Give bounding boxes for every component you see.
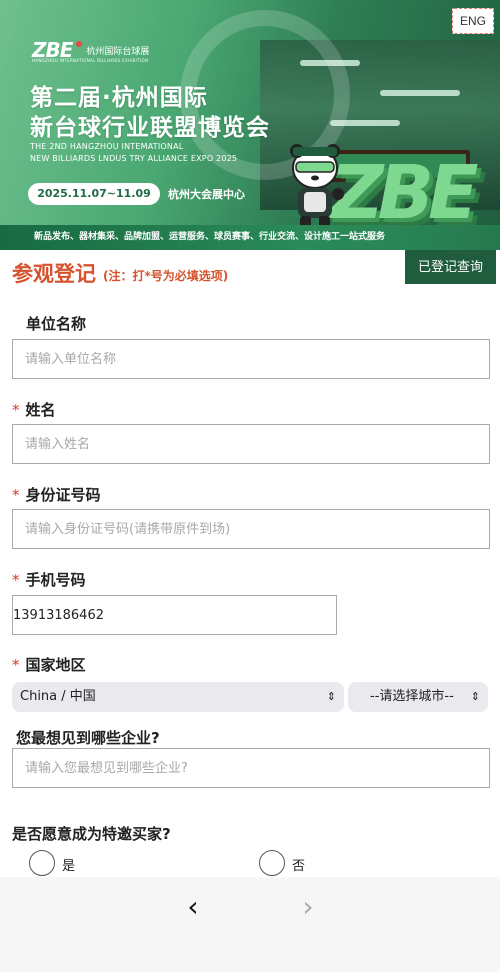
special-buyer-label-text: 是否愿意成为特邀买家? <box>12 825 171 843</box>
expo-date: 2025.11.07~11.09 <box>28 183 160 205</box>
page-title: 参观登记 <box>12 262 96 286</box>
city-select-value: --请选择城市-- <box>370 689 454 704</box>
ceiling-light <box>380 90 460 96</box>
special-buyer-no-radio[interactable] <box>259 850 285 876</box>
brand-name-cn: 杭州国际台球展 <box>86 46 150 57</box>
brand-logo-dot <box>76 41 83 47</box>
name-label: * 姓名 <box>12 399 56 420</box>
name-label-text: 姓名 <box>25 401 56 419</box>
required-mark: * <box>12 656 20 674</box>
phone-input[interactable] <box>12 595 337 635</box>
forward-arrow-icon[interactable]: › <box>293 893 323 923</box>
language-toggle-button[interactable]: ENG <box>452 8 494 34</box>
region-label-text: 国家地区 <box>25 656 86 674</box>
registration-page: ZBE 杭州国际台球展 HANGZHOU INTERNATIONAL BILLI… <box>0 0 500 972</box>
companies-wish-label: 您最想见到哪些企业? <box>16 727 160 748</box>
required-mark: * <box>12 571 20 589</box>
country-select[interactable]: China / 中国 ⇕ <box>12 682 344 712</box>
expo-services-strip: 新品发布、器材集采、品牌加盟、运营服务、球员赛事、行业交流、设计施工一站式服务 <box>0 225 500 250</box>
name-input[interactable] <box>12 424 490 464</box>
required-mark: * <box>12 486 20 504</box>
special-buyer-no-label[interactable]: 否 <box>292 855 305 874</box>
company-label: 单位名称 <box>26 313 86 334</box>
expo-title-line1: 第二届·杭州国际 <box>30 85 208 111</box>
big-zbe-logo: ZBE <box>330 150 479 236</box>
select-updown-icon: ⇕ <box>326 690 336 703</box>
panda-mascot-image <box>290 144 344 228</box>
id-number-label-text: 身份证号码 <box>25 486 101 504</box>
expo-venue: 杭州大会展中心 <box>168 188 245 201</box>
special-buyer-yes-radio[interactable] <box>29 850 55 876</box>
company-label-text: 单位名称 <box>26 315 87 333</box>
browser-bottom-bar: ‹ › <box>0 877 500 972</box>
required-mark: * <box>12 401 20 419</box>
country-select-value: China / 中国 <box>20 689 96 704</box>
id-number-input[interactable] <box>12 509 490 549</box>
phone-label: * 手机号码 <box>12 569 86 590</box>
back-arrow-icon[interactable]: ‹ <box>178 893 208 923</box>
region-label: * 国家地区 <box>12 654 86 675</box>
companies-wish-label-text: 您最想见到哪些企业? <box>16 729 160 747</box>
expo-title-en-line1: THE 2ND HANGZHOU INTEMATIONAL <box>30 142 184 151</box>
expo-title-en-line2: NEW BILLIARDS LNDUS TRY ALLIANCE EXPO 20… <box>30 154 238 163</box>
select-updown-icon: ⇕ <box>470 690 480 703</box>
expo-banner: ZBE 杭州国际台球展 HANGZHOU INTERNATIONAL BILLI… <box>0 0 500 250</box>
special-buyer-label: 是否愿意成为特邀买家? <box>12 823 171 844</box>
required-fields-note: (注：打*号为必填选项) <box>103 269 229 283</box>
companies-wish-input[interactable] <box>12 748 490 788</box>
expo-title-line2: 新台球行业联盟博览会 <box>30 115 270 141</box>
registered-query-button[interactable]: 已登记查询 <box>405 250 496 284</box>
id-number-label: * 身份证号码 <box>12 484 101 505</box>
company-input[interactable] <box>12 339 490 379</box>
brand-name-en: HANGZHOU INTERNATIONAL BILLIARDS EXHIBIT… <box>32 58 149 63</box>
city-select[interactable]: --请选择城市-- ⇕ <box>348 682 488 712</box>
special-buyer-yes-label[interactable]: 是 <box>62 855 75 874</box>
phone-label-text: 手机号码 <box>25 571 86 589</box>
